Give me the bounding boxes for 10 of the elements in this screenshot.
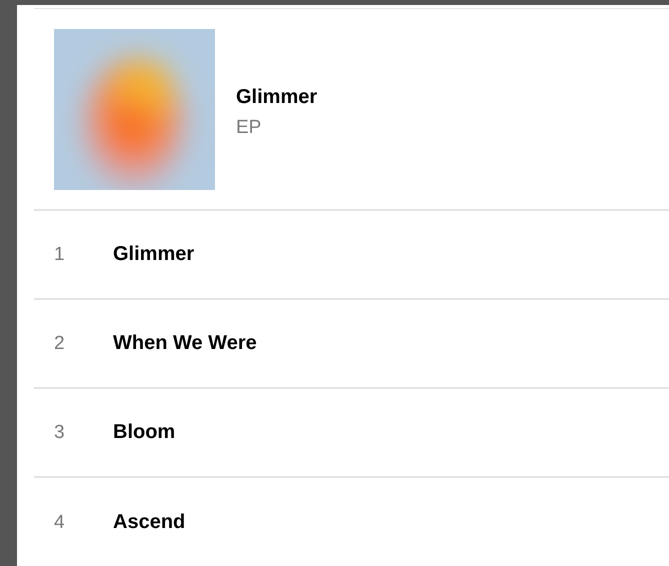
track-number: 4 <box>53 512 66 534</box>
track-number: 3 <box>53 422 66 444</box>
album-title: Glimmer <box>236 86 318 108</box>
track-number: 2 <box>53 332 66 354</box>
track-title[interactable]: Ascend <box>113 511 186 534</box>
album-type: EP <box>236 116 262 138</box>
track-title[interactable]: Bloom <box>113 421 176 444</box>
track-title[interactable]: Glimmer <box>113 243 194 266</box>
track-title[interactable]: When We Were <box>113 332 257 355</box>
track-number: 1 <box>53 244 66 266</box>
